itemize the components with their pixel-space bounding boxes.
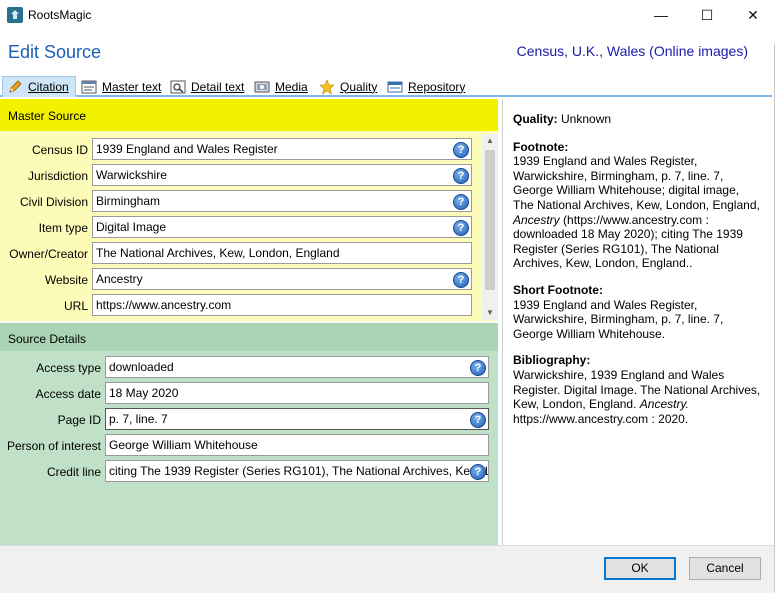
website-field[interactable]: Ancestry: [92, 268, 472, 290]
tab-media[interactable]: Media: [254, 76, 308, 97]
short-footnote-section: Short Footnote: 1939 England and Wales R…: [513, 283, 762, 341]
access-type-label: Access type: [36, 361, 101, 375]
close-button[interactable]: ✕: [730, 0, 776, 30]
census-id-label: Census ID: [31, 143, 88, 157]
star-icon: [319, 78, 335, 95]
footnote-label: Footnote:: [513, 139, 569, 154]
help-icon[interactable]: ?: [470, 360, 486, 376]
source-details-header: Source Details: [0, 323, 498, 351]
cancel-button[interactable]: Cancel: [689, 557, 761, 580]
scroll-down-arrow[interactable]: ▼: [482, 306, 498, 320]
minimize-button[interactable]: —: [638, 0, 684, 30]
tab-repository[interactable]: Repository: [387, 76, 465, 97]
tab-label: Media: [275, 79, 308, 94]
person-of-interest-label: Person of interest: [6, 439, 101, 453]
rootsmagic-app-icon: [7, 7, 23, 23]
item-type-label: Item type: [38, 221, 88, 235]
short-footnote-text: 1939 England and Wales Register, Warwick…: [513, 297, 724, 341]
census-id-field[interactable]: 1939 England and Wales Register: [92, 138, 472, 160]
footnote-italic: Ancestry: [513, 212, 560, 227]
scroll-up-arrow[interactable]: ▲: [482, 134, 498, 148]
page-title: Edit Source: [8, 42, 102, 62]
url-field[interactable]: https://www.ancestry.com: [92, 294, 472, 316]
detail-text-icon: [170, 80, 186, 93]
civil-division-label: Civil Division: [19, 195, 88, 209]
tab-quality[interactable]: Quality: [319, 76, 377, 97]
short-footnote-label: Short Footnote:: [513, 282, 603, 297]
access-date-field[interactable]: 18 May 2020: [105, 382, 489, 404]
maximize-button[interactable]: ☐: [684, 0, 730, 30]
access-type-field[interactable]: downloaded: [105, 356, 489, 378]
window-title: RootsMagic: [28, 8, 92, 22]
page-id-label: Page ID: [57, 413, 101, 427]
scroll-thumb[interactable]: [485, 150, 495, 290]
help-icon[interactable]: ?: [453, 194, 469, 210]
footnote-text: 1939 England and Wales Register, Warwick…: [513, 154, 760, 212]
civil-division-field[interactable]: Birmingham: [92, 190, 472, 212]
tab-label: Master text: [102, 79, 162, 94]
owner-creator-field[interactable]: The National Archives, Kew, London, Engl…: [92, 242, 472, 264]
source-type-label: Census, U.K., Wales (Online images): [516, 43, 748, 59]
citation-preview-panel: Quality: Unknown Footnote: 1939 England …: [502, 99, 772, 545]
tab-label: Repository: [408, 79, 466, 94]
media-icon: [254, 81, 270, 92]
help-icon[interactable]: ?: [453, 220, 469, 236]
jurisdiction-field[interactable]: Warwickshire: [92, 164, 472, 186]
quality-summary: Quality: Unknown: [513, 112, 762, 127]
credit-line-field[interactable]: citing The 1939 Register (Series RG101),…: [105, 460, 489, 482]
tab-label: Citation: [28, 80, 69, 94]
access-date-label: Access date: [35, 387, 101, 401]
help-icon[interactable]: ?: [470, 464, 486, 480]
help-icon[interactable]: ?: [470, 412, 486, 428]
bibliography-italic: Ancestry.: [639, 397, 689, 412]
website-label: Website: [44, 273, 88, 287]
footnote-section: Footnote: 1939 England and Wales Registe…: [513, 140, 762, 271]
url-label: URL: [63, 299, 88, 313]
page-id-field[interactable]: p. 7, line. 7: [105, 408, 489, 430]
repository-icon: [387, 81, 403, 92]
bibliography-text: Warwickshire, 1939 England and Wales Reg…: [513, 367, 761, 412]
tab-label: Detail text: [191, 79, 245, 94]
tab-detail-text[interactable]: Detail text: [170, 76, 244, 97]
owner-creator-label: Owner/Creator: [9, 247, 88, 261]
bibliography-label: Bibliography:: [513, 353, 591, 368]
person-of-interest-field[interactable]: George William Whitehouse: [105, 434, 489, 456]
master-source-scrollbar[interactable]: ▲ ▼: [482, 134, 498, 320]
help-icon[interactable]: ?: [453, 272, 469, 288]
bibliography-section: Bibliography: Warwickshire, 1939 England…: [513, 353, 762, 426]
tab-citation[interactable]: Citation: [2, 76, 76, 97]
tab-master-text[interactable]: Master text: [81, 76, 161, 97]
ok-button[interactable]: OK: [604, 557, 676, 580]
window-edge: [774, 44, 775, 592]
quality-label: Quality:: [513, 112, 558, 126]
master-source-header: Master Source: [0, 99, 498, 131]
title-bar: RootsMagic — ☐ ✕: [0, 0, 778, 30]
help-icon[interactable]: ?: [453, 142, 469, 158]
item-type-field[interactable]: Digital Image: [92, 216, 472, 238]
jurisdiction-label: Jurisdiction: [27, 169, 88, 183]
tab-label: Quality: [340, 79, 378, 94]
credit-line-label: Credit line: [46, 465, 101, 479]
master-text-icon: [81, 80, 97, 93]
bibliography-text-cont: https://www.ancestry.com : 2020.: [513, 411, 689, 426]
help-icon[interactable]: ?: [453, 168, 469, 184]
tab-bar: Citation Master text Detail text Media Q…: [0, 75, 772, 97]
pencil-icon: [9, 80, 22, 93]
dialog-footer: OK Cancel: [0, 545, 774, 593]
quality-value: Unknown: [557, 112, 612, 126]
